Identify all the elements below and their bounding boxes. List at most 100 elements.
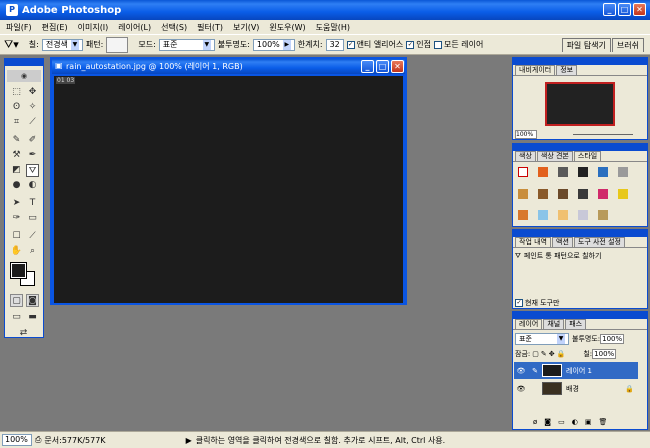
- paint-bucket-icon[interactable]: ⛛▾: [4, 38, 19, 52]
- tab-layers[interactable]: 레이어: [515, 319, 543, 329]
- maximize-button[interactable]: □: [618, 3, 631, 16]
- status-zoom[interactable]: 100%: [2, 434, 32, 446]
- eye-icon[interactable]: 👁: [514, 385, 528, 393]
- path-select-icon[interactable]: ➤: [10, 197, 23, 210]
- new-layer-icon[interactable]: ▣: [585, 418, 592, 426]
- menu-help[interactable]: 도움말(H): [316, 22, 350, 33]
- layer-row[interactable]: 👁 ✎ 레이어 1: [514, 362, 638, 379]
- slice-icon[interactable]: ⟋: [26, 116, 39, 129]
- eraser-icon[interactable]: ◩: [10, 164, 23, 177]
- layer-style-icon[interactable]: ø: [533, 418, 537, 426]
- tab-swatches[interactable]: 색상 견본: [536, 151, 573, 161]
- trash-icon[interactable]: 🗑: [598, 418, 607, 426]
- tab-channels[interactable]: 채널: [543, 319, 565, 329]
- tab-styles[interactable]: 스타일: [573, 151, 602, 161]
- imageready-icon[interactable]: ⇄: [17, 327, 30, 340]
- style-swatch[interactable]: [558, 189, 568, 199]
- fill-select[interactable]: 전경색 ▼: [41, 38, 83, 51]
- mode-select[interactable]: 표준 ▼: [158, 38, 215, 51]
- current-tool-checkbox[interactable]: ✓: [515, 299, 523, 307]
- navigator-zoom-slider[interactable]: [573, 134, 633, 135]
- adjustment-layer-icon[interactable]: ◐: [572, 418, 578, 426]
- layer-opacity-value[interactable]: 100%: [600, 334, 625, 344]
- style-swatch[interactable]: [538, 210, 548, 220]
- tab-brushes[interactable]: 브러쉬: [611, 38, 644, 52]
- style-swatch[interactable]: [518, 189, 528, 199]
- menu-select[interactable]: 선택(S): [161, 22, 187, 33]
- document-canvas[interactable]: 01 03: [54, 76, 403, 303]
- navigator-preview[interactable]: [545, 82, 615, 126]
- tab-file-browser[interactable]: 파일 탐색기: [561, 38, 611, 52]
- lock-transparency-icon[interactable]: ▢: [532, 350, 539, 358]
- style-swatch[interactable]: [578, 210, 588, 220]
- style-swatch[interactable]: [598, 189, 608, 199]
- antialias-checkbox[interactable]: ✓: [346, 40, 355, 49]
- pen-icon[interactable]: ✑: [10, 212, 23, 225]
- style-swatch[interactable]: [618, 167, 628, 177]
- dodge-icon[interactable]: ◐: [26, 179, 39, 192]
- arrow-right-icon[interactable]: ▶: [186, 436, 192, 445]
- tab-actions[interactable]: 액션: [552, 237, 573, 247]
- lock-brush-icon[interactable]: ✎: [541, 350, 547, 358]
- zoom-icon[interactable]: ⌕: [26, 245, 39, 258]
- style-swatch[interactable]: [618, 189, 628, 199]
- brush-icon[interactable]: ✐: [26, 134, 39, 147]
- doc-maximize-button[interactable]: □: [376, 60, 389, 73]
- eyedropper-icon[interactable]: ⟋: [26, 230, 39, 243]
- tab-color[interactable]: 색상: [515, 151, 536, 161]
- hand-icon[interactable]: ✋: [10, 245, 23, 258]
- style-swatch[interactable]: [538, 189, 548, 199]
- screen-mode-icon[interactable]: ▭: [10, 311, 23, 324]
- lasso-icon[interactable]: ʘ: [10, 101, 23, 114]
- doc-minimize-button[interactable]: _: [361, 60, 374, 73]
- menu-filter[interactable]: 필터(T): [197, 22, 223, 33]
- paint-bucket-tool-icon[interactable]: ⛛: [26, 164, 39, 177]
- menu-image[interactable]: 이미지(I): [78, 22, 109, 33]
- tolerance-field[interactable]: 32: [325, 38, 344, 51]
- all-layers-checkbox[interactable]: [434, 40, 442, 49]
- close-button[interactable]: ✕: [633, 3, 646, 16]
- type-icon[interactable]: T: [26, 197, 39, 210]
- eye-icon[interactable]: 👁: [514, 367, 528, 375]
- lock-move-icon[interactable]: ✥: [549, 350, 555, 358]
- menu-window[interactable]: 윈도우(W): [269, 22, 305, 33]
- doc-close-button[interactable]: ✕: [391, 60, 404, 73]
- opacity-field[interactable]: 100% ▶: [252, 38, 295, 51]
- tab-paths[interactable]: 패스: [565, 319, 587, 329]
- history-item[interactable]: ⛛ 페인트 통 패턴으로 칠하기: [515, 251, 601, 261]
- stamp-icon[interactable]: ⚒: [10, 149, 23, 162]
- style-swatch[interactable]: [538, 167, 548, 177]
- style-swatch[interactable]: [558, 210, 568, 220]
- adobe-logo-icon[interactable]: ◉: [7, 70, 41, 82]
- history-footer[interactable]: ✓ 현재 도구만: [515, 298, 559, 308]
- layer-row[interactable]: 👁 배경 🔒: [514, 380, 638, 397]
- style-swatch[interactable]: [598, 210, 608, 220]
- menu-layer[interactable]: 레이어(L): [118, 22, 151, 33]
- layer-mode-select[interactable]: 표준 ▼: [515, 333, 569, 345]
- full-screen-icon[interactable]: ▬: [26, 311, 39, 324]
- contiguous-checkbox[interactable]: ✓: [406, 40, 415, 49]
- menu-file[interactable]: 파일(F): [6, 22, 32, 33]
- move-icon[interactable]: ✥: [26, 86, 39, 99]
- blur-icon[interactable]: ●: [10, 179, 23, 192]
- navigator-zoom[interactable]: 100%: [515, 130, 537, 139]
- crop-icon[interactable]: ⌗: [10, 116, 23, 129]
- pattern-picker[interactable]: [106, 36, 129, 53]
- style-swatch[interactable]: [578, 167, 588, 177]
- layer-fill-value[interactable]: 100%: [592, 349, 617, 359]
- history-brush-icon[interactable]: ✒: [26, 149, 39, 162]
- tab-tool-presets[interactable]: 도구 사전 설정: [573, 237, 625, 247]
- standard-mode-icon[interactable]: ▢: [10, 294, 23, 307]
- shape-icon[interactable]: ▭: [26, 212, 39, 225]
- foreground-color-swatch[interactable]: [10, 262, 27, 279]
- menu-view[interactable]: 보기(V): [233, 22, 259, 33]
- marquee-icon[interactable]: ⬚: [10, 86, 23, 99]
- notes-icon[interactable]: ☐: [10, 230, 23, 243]
- tab-navigator[interactable]: 내비게이터: [515, 65, 556, 75]
- style-swatch[interactable]: [518, 167, 528, 177]
- magic-wand-icon[interactable]: ✧: [26, 101, 39, 114]
- style-swatch[interactable]: [518, 210, 528, 220]
- tab-history[interactable]: 작업 내역: [515, 237, 551, 247]
- layer-mask-icon[interactable]: ◙: [544, 418, 551, 426]
- layer-set-icon[interactable]: ▭: [558, 418, 565, 426]
